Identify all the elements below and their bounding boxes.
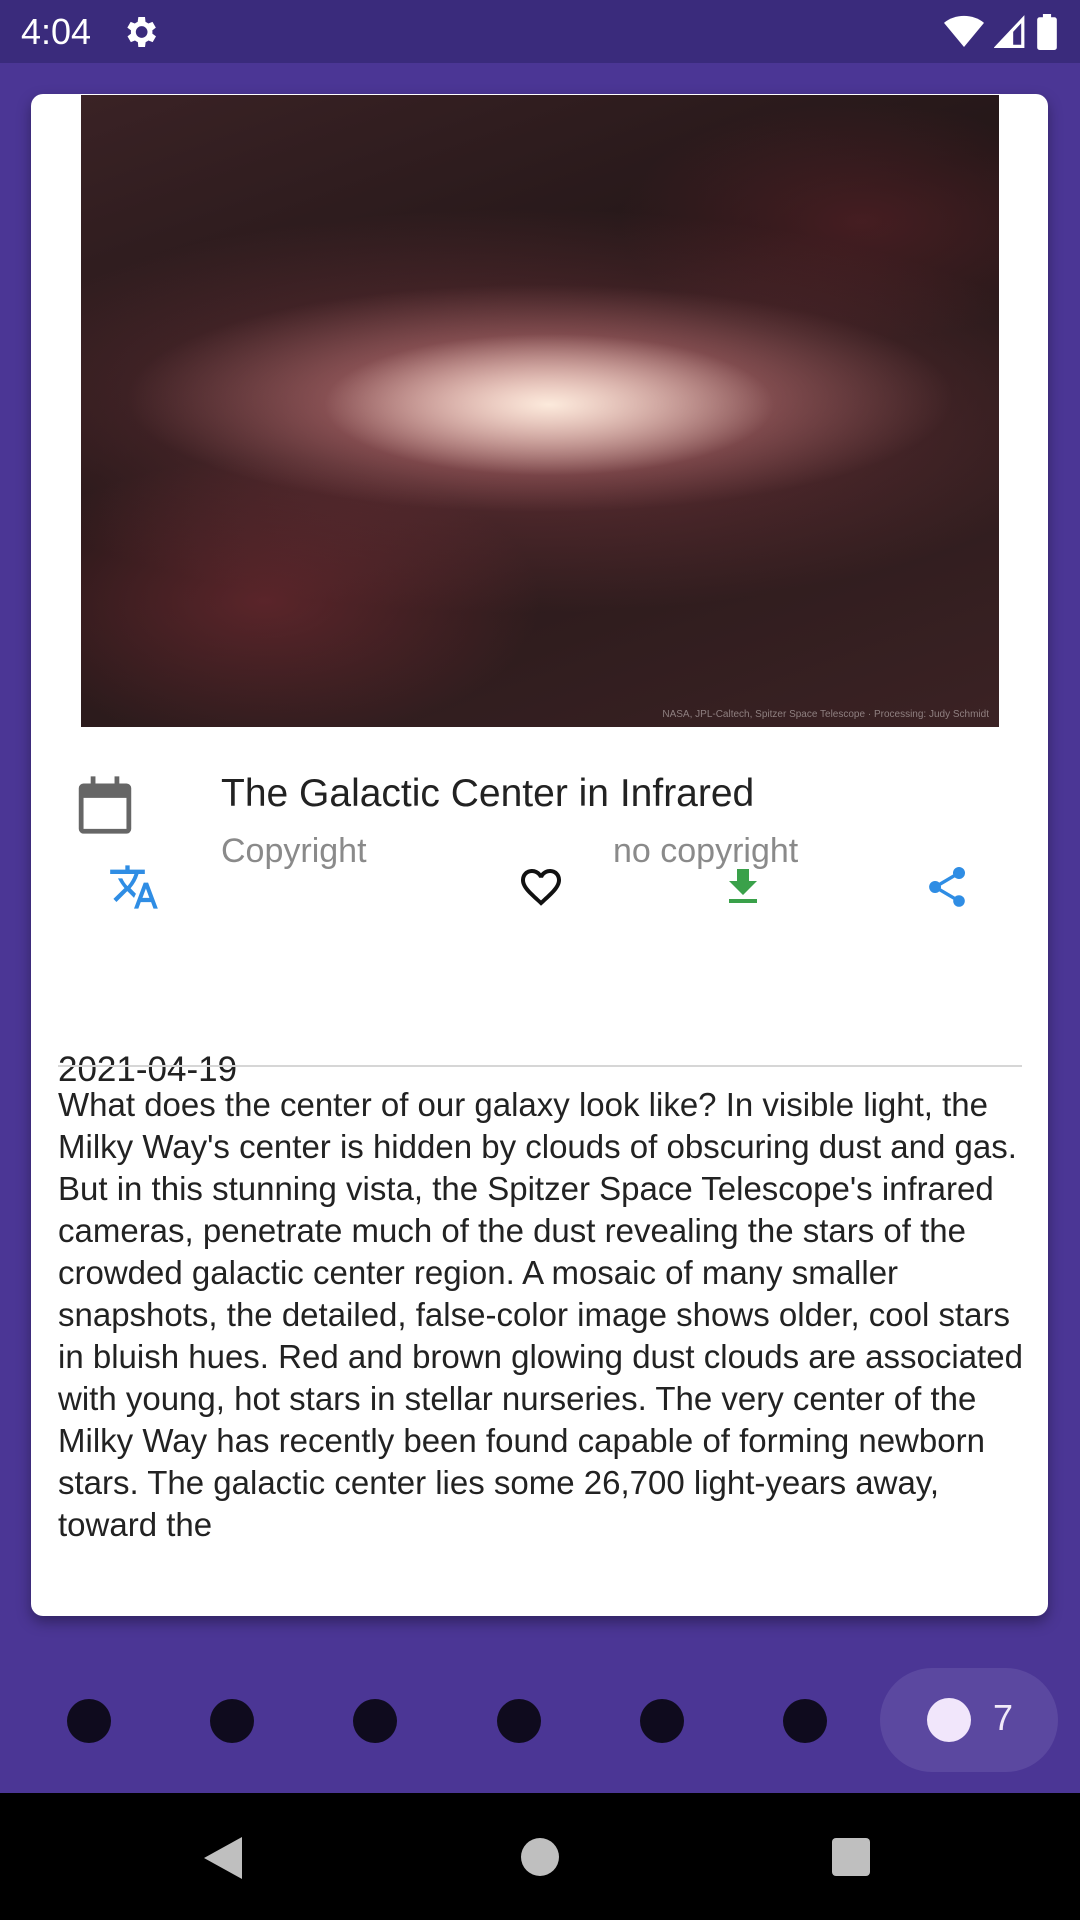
page-dot-4[interactable] <box>497 1699 541 1743</box>
page-dot-2[interactable] <box>210 1699 254 1743</box>
translate-icon <box>110 865 158 909</box>
image-credit: NASA, JPL-Caltech, Spitzer Space Telesco… <box>662 709 989 720</box>
share-icon <box>929 867 965 907</box>
system-nav-bar <box>0 1793 1080 1920</box>
translate-button[interactable] <box>106 859 162 915</box>
apod-title: The Galactic Center in Infrared <box>221 772 755 815</box>
favorite-button[interactable] <box>513 859 569 915</box>
settings-icon <box>120 12 160 52</box>
calendar-icon[interactable] <box>76 774 134 836</box>
wifi-icon <box>944 14 984 50</box>
divider <box>58 1065 1022 1067</box>
page-dot-1[interactable] <box>67 1699 111 1743</box>
home-icon[interactable] <box>521 1838 559 1876</box>
back-icon[interactable] <box>202 1835 244 1886</box>
page-dot-6[interactable] <box>783 1699 827 1743</box>
current-page-number: 7 <box>993 1697 1014 1738</box>
download-icon <box>729 869 757 903</box>
share-button[interactable] <box>919 859 975 915</box>
current-page-dot <box>927 1698 971 1742</box>
heart-outline-icon <box>520 868 562 906</box>
page-dot-3[interactable] <box>353 1699 397 1743</box>
apod-explanation: What does the center of our galaxy look … <box>58 1086 1023 1543</box>
page-indicator: 7 <box>0 1650 1080 1792</box>
copyright-label: Copyright <box>221 832 367 870</box>
apod-card[interactable]: NASA, JPL-Caltech, Spitzer Space Telesco… <box>31 94 1048 1616</box>
download-button[interactable] <box>715 859 771 915</box>
apod-image[interactable]: NASA, JPL-Caltech, Spitzer Space Telesco… <box>81 95 999 727</box>
recent-apps-icon[interactable] <box>832 1838 870 1876</box>
status-time: 4:04 <box>21 11 92 52</box>
status-bar: 4:04 <box>0 0 1080 63</box>
battery-icon <box>1036 14 1058 50</box>
page-dot-5[interactable] <box>640 1699 684 1743</box>
cell-signal-icon <box>994 14 1026 50</box>
current-page-pill[interactable]: 7 <box>880 1668 1058 1772</box>
